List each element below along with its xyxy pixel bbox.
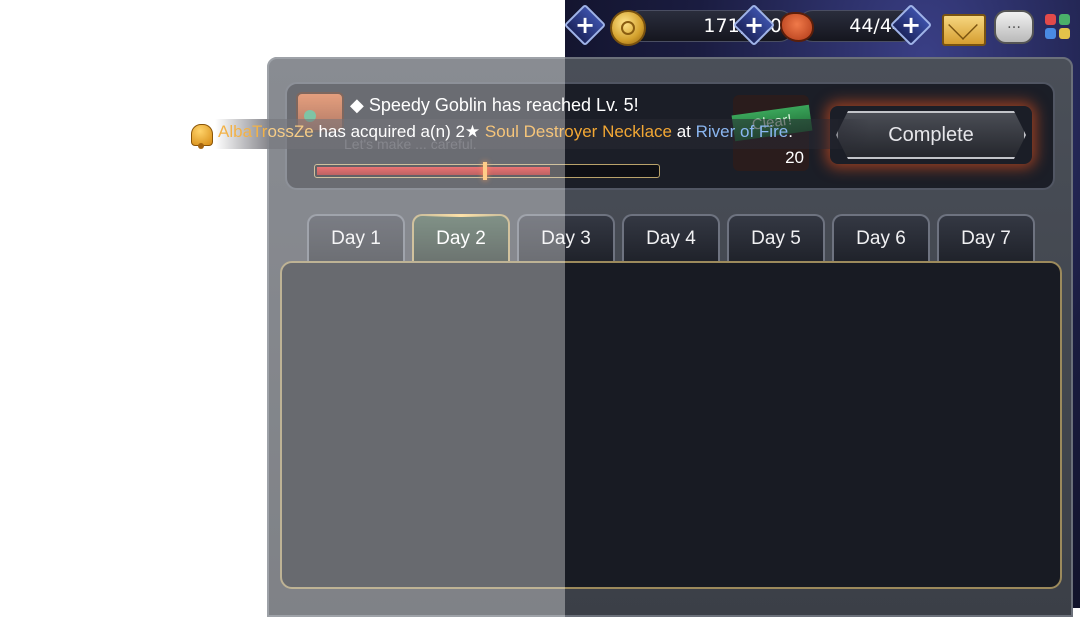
tab-label: Day 1 — [331, 228, 381, 249]
tab-label: Day 5 — [751, 228, 801, 249]
menu-grid-icon[interactable] — [1045, 14, 1073, 42]
mission-title: ◆ Speedy Goblin has reached Lv. 5! — [350, 95, 639, 115]
broadcast-text: has acquired a(n) 2★ — [313, 122, 485, 141]
broadcast-text: at — [671, 122, 696, 141]
progress-fill — [317, 167, 550, 175]
broadcast-text: . — [788, 122, 793, 141]
add-stamina-button[interactable]: + — [889, 3, 933, 47]
tab-label: Day 6 — [856, 228, 906, 249]
broadcast-location: River of Fire — [695, 122, 789, 141]
tab-day-2[interactable]: Day 2 — [412, 214, 510, 262]
broadcast-user: AlbaTrossZe — [218, 122, 314, 141]
day-content-area — [280, 261, 1062, 589]
bell-icon — [188, 121, 214, 149]
tab-day-3[interactable]: Day 3 — [517, 214, 615, 262]
tab-day-7[interactable]: Day 7 — [937, 214, 1035, 262]
tab-day-5[interactable]: Day 5 — [727, 214, 825, 262]
progress-marker — [483, 162, 487, 180]
gold-coin-icon — [610, 10, 646, 46]
tab-label: Day 3 — [541, 228, 591, 249]
reward-count: 20 — [785, 148, 804, 167]
mission-progress-bar — [314, 162, 660, 180]
chat-icon[interactable]: … — [994, 10, 1034, 44]
mail-icon[interactable] — [942, 14, 986, 46]
broadcast-item: Soul Destroyer Necklace — [484, 122, 672, 141]
complete-button-label: Complete — [888, 123, 974, 146]
tab-label: Day 7 — [961, 228, 1011, 249]
tab-day-6[interactable]: Day 6 — [832, 214, 930, 262]
plus-icon: + — [743, 11, 765, 39]
tab-day-1[interactable]: Day 1 — [307, 214, 405, 262]
add-resource-button[interactable]: + — [563, 3, 607, 47]
broadcast-message: AlbaTrossZe has acquired a(n) 2★ Soul De… — [218, 122, 793, 142]
tab-day-4[interactable]: Day 4 — [622, 214, 720, 262]
plus-icon: + — [574, 11, 596, 39]
plus-icon: + — [900, 11, 922, 39]
add-gold-button[interactable]: + — [732, 3, 776, 47]
meat-icon — [780, 12, 814, 42]
tab-label: Day 2 — [436, 228, 486, 249]
tab-label: Day 4 — [646, 228, 696, 249]
